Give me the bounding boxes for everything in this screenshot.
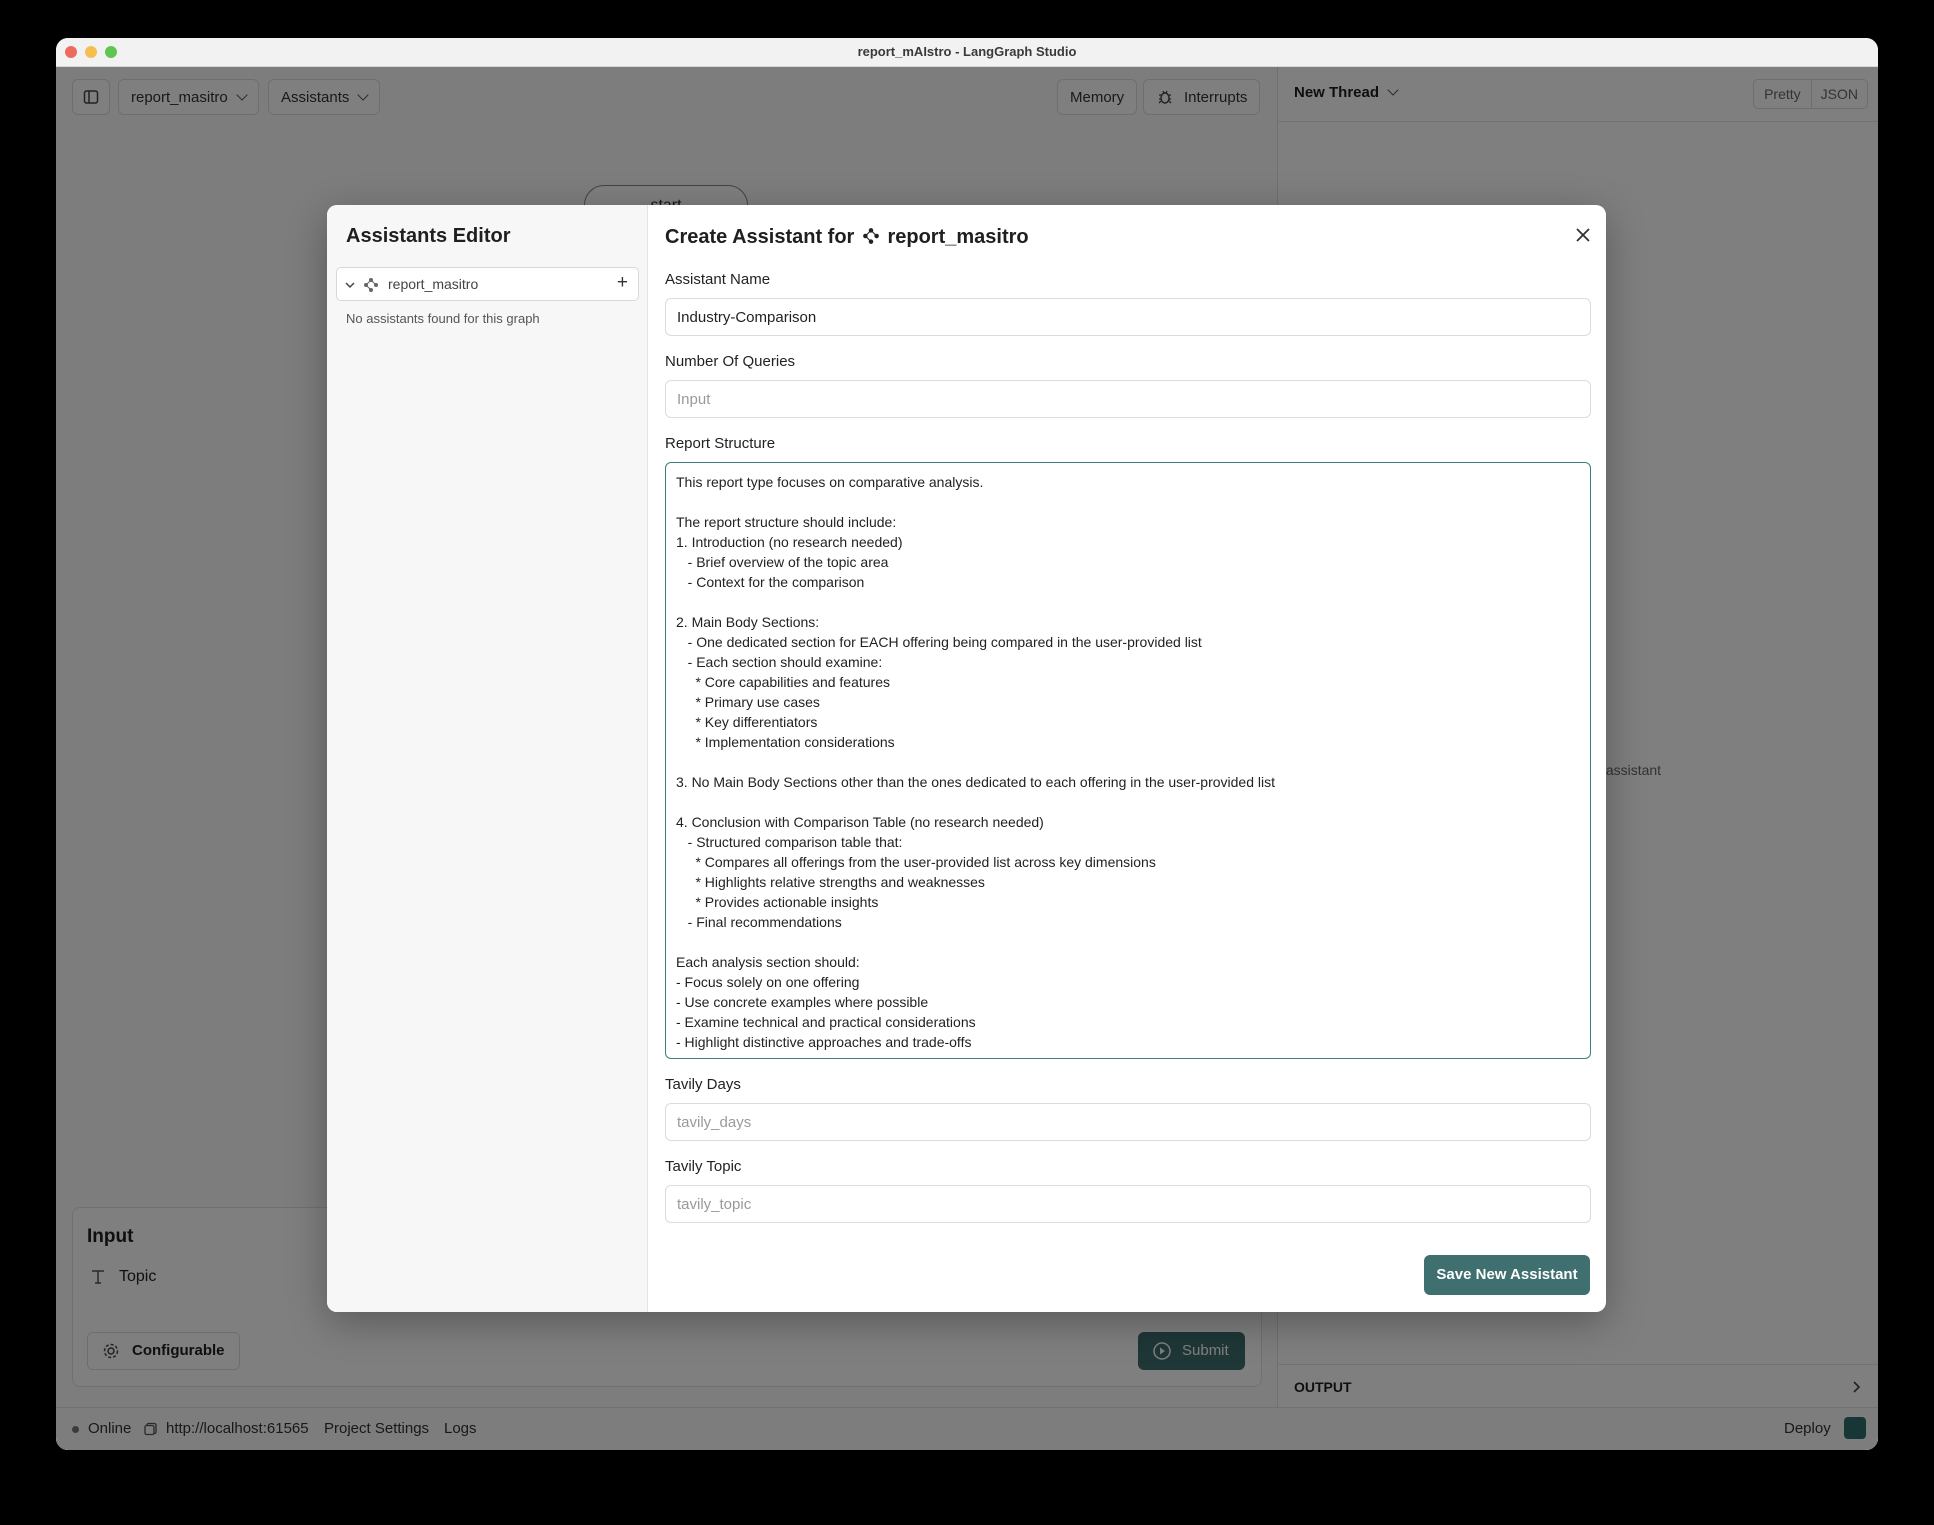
report-structure-textarea[interactable]: This report type focuses on comparative … (665, 462, 1591, 1059)
report-structure-label: Report Structure (665, 435, 776, 452)
save-new-assistant-button[interactable]: Save New Assistant (1424, 1255, 1590, 1295)
assistants-editor-modal: Assistants Editor report_masitro + No as… (327, 205, 1606, 1312)
graph-tree-item[interactable]: report_masitro + (336, 267, 639, 301)
window-title: report_mAIstro - LangGraph Studio (857, 44, 1077, 59)
title-bar: report_mAIstro - LangGraph Studio (56, 38, 1878, 67)
assistants-editor-title: Assistants Editor (346, 225, 511, 247)
tavily-topic-label: Tavily Topic (665, 1158, 742, 1175)
number-of-queries-input[interactable] (665, 380, 1591, 418)
tavily-topic-input[interactable] (665, 1185, 1591, 1223)
assistants-editor-sidebar: Assistants Editor report_masitro + No as… (327, 205, 648, 1312)
chevron-down-icon (345, 282, 355, 289)
empty-assistants-message: No assistants found for this graph (346, 311, 540, 326)
create-title-prefix: Create Assistant for (665, 226, 855, 248)
graph-icon (863, 228, 879, 244)
tavily-days-label: Tavily Days (665, 1076, 741, 1093)
graph-icon (364, 278, 378, 292)
close-icon[interactable] (1575, 227, 1591, 243)
assistant-name-input[interactable] (665, 298, 1591, 336)
create-assistant-title: Create Assistant for report_masitro (665, 225, 1029, 249)
close-window-button[interactable] (65, 46, 77, 58)
window-controls (65, 46, 117, 58)
create-assistant-form: Create Assistant for report_masitro Assi… (648, 205, 1606, 1312)
number-of-queries-label: Number Of Queries (665, 353, 796, 370)
create-title-graph: report_masitro (887, 226, 1029, 248)
tavily-days-input[interactable] (665, 1103, 1591, 1141)
maximize-window-button[interactable] (105, 46, 117, 58)
add-assistant-icon[interactable]: + (617, 272, 628, 294)
assistant-name-label: Assistant Name (665, 271, 771, 288)
minimize-window-button[interactable] (85, 46, 97, 58)
graph-tree-label: report_masitro (388, 276, 479, 292)
